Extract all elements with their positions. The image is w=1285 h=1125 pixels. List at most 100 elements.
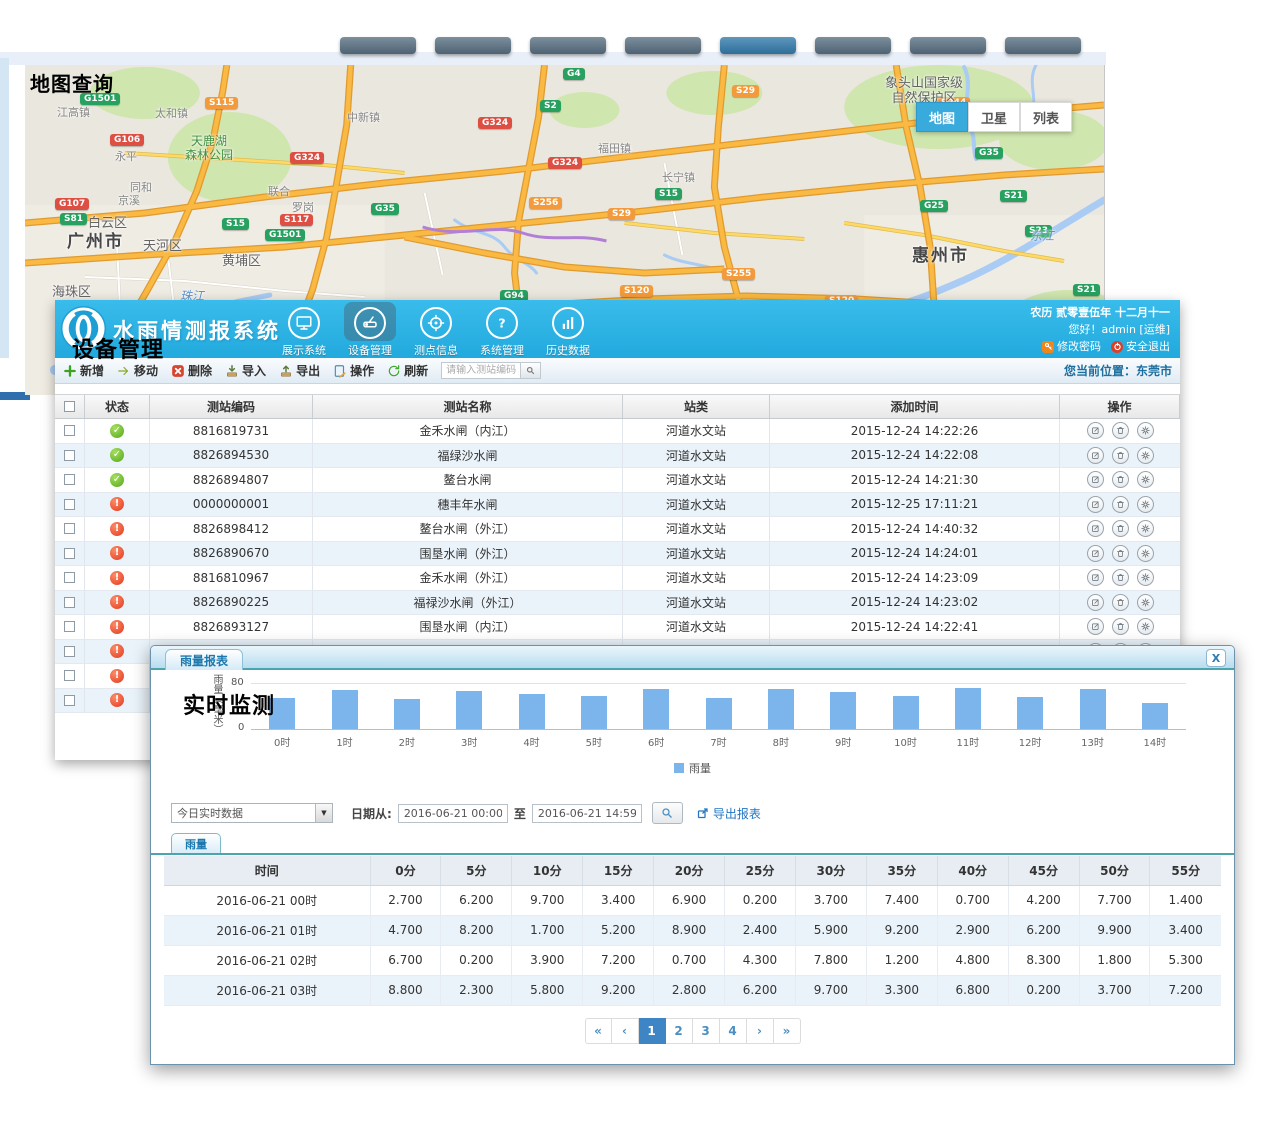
settings-button[interactable] — [1137, 422, 1154, 439]
top-tab-3[interactable] — [530, 37, 606, 54]
settings-button[interactable] — [1137, 569, 1154, 586]
edit-button[interactable] — [1087, 618, 1104, 635]
top-tab-1[interactable] — [340, 37, 416, 54]
rain-bar — [830, 692, 856, 729]
export-toolbar-button[interactable]: 导出 — [279, 362, 320, 379]
page-button[interactable]: › — [747, 1018, 774, 1044]
nav-item-device[interactable]: 设备管理 — [339, 302, 401, 358]
road-badge: S117 — [280, 214, 313, 226]
top-tab-8[interactable] — [1005, 37, 1081, 54]
annotation-map-query: 地图查询 — [30, 68, 114, 97]
row-checkbox[interactable] — [64, 695, 75, 706]
row-checkbox[interactable] — [64, 425, 75, 436]
settings-button[interactable] — [1137, 520, 1154, 537]
road-badge: S29 — [732, 85, 759, 97]
top-tab-2[interactable] — [435, 37, 511, 54]
refresh-toolbar-button[interactable]: 刷新 — [387, 362, 428, 379]
map-type-button[interactable]: 地图 — [916, 102, 968, 132]
left-edge-strip — [0, 58, 9, 358]
road-badge: S15 — [222, 218, 249, 230]
map-type-button[interactable]: 卫星 — [968, 102, 1020, 132]
settings-button[interactable] — [1137, 447, 1154, 464]
top-tab-5[interactable] — [720, 37, 796, 54]
page-button[interactable]: ‹ — [612, 1018, 639, 1044]
logout-link[interactable]: 安全退出 — [1111, 338, 1170, 355]
edit-button[interactable] — [1087, 545, 1104, 562]
road-badge: S21 — [1000, 190, 1027, 202]
nav-item-chart[interactable]: 历史数据 — [537, 302, 599, 358]
delete-button[interactable] — [1112, 545, 1129, 562]
subtab-rain[interactable]: 雨量 — [171, 833, 221, 853]
delete-button[interactable] — [1112, 618, 1129, 635]
rain-bar — [519, 694, 545, 729]
settings-button[interactable] — [1137, 618, 1154, 635]
row-checkbox[interactable] — [64, 597, 75, 608]
station-search-button[interactable] — [521, 362, 541, 379]
delete-button[interactable] — [1112, 594, 1129, 611]
page-button[interactable]: » — [774, 1018, 801, 1044]
row-checkbox[interactable] — [64, 548, 75, 559]
row-checkbox[interactable] — [64, 474, 75, 485]
import-toolbar-button[interactable]: 导入 — [225, 362, 266, 379]
row-checkbox[interactable] — [64, 670, 75, 681]
delete-button[interactable] — [1112, 496, 1129, 513]
station-search-input[interactable] — [441, 362, 521, 379]
page-button[interactable]: 1 — [639, 1018, 666, 1044]
realtime-monitor-window: 雨量报表 X 雨量（毫米） 80 0 0时1时2时3时4时5时6时7时8时9时1… — [150, 645, 1235, 1065]
station-code-cell: 8826894530 — [150, 444, 313, 468]
top-tab-7[interactable] — [910, 37, 986, 54]
edit-button[interactable] — [1087, 471, 1104, 488]
edit-button[interactable] — [1087, 594, 1104, 611]
rain-table-row: 2016-06-21 00时2.7006.2009.7003.4006.9000… — [164, 885, 1221, 915]
delete-button[interactable] — [1112, 422, 1129, 439]
delete-button[interactable] — [1112, 471, 1129, 488]
change-password-link[interactable]: 修改密码 — [1042, 338, 1101, 355]
date-to-input[interactable] — [532, 804, 642, 823]
settings-button[interactable] — [1137, 496, 1154, 513]
query-button[interactable] — [652, 802, 683, 824]
select-arrow-icon[interactable]: ▼ — [315, 804, 332, 822]
date-from-input[interactable] — [398, 804, 508, 823]
move-toolbar-button[interactable]: 移动 — [117, 362, 158, 379]
rain-value-cell: 6.200 — [1008, 915, 1079, 945]
page-button[interactable]: 2 — [666, 1018, 693, 1044]
rain-value-cell: 6.900 — [654, 885, 725, 915]
row-checkbox[interactable] — [64, 499, 75, 510]
map-type-button[interactable]: 列表 — [1020, 102, 1072, 132]
row-checkbox[interactable] — [64, 523, 75, 534]
edit-button[interactable] — [1087, 496, 1104, 513]
settings-button[interactable] — [1137, 545, 1154, 562]
edit-button[interactable] — [1087, 569, 1104, 586]
row-checkbox[interactable] — [64, 450, 75, 461]
status-error-icon: ! — [110, 571, 124, 585]
edit-button[interactable] — [1087, 520, 1104, 537]
select-all-checkbox[interactable] — [64, 401, 75, 412]
page-button[interactable]: 3 — [693, 1018, 720, 1044]
rain-value-cell: 8.800 — [370, 975, 441, 1005]
edit-button[interactable] — [1087, 447, 1104, 464]
top-tab-4[interactable] — [625, 37, 701, 54]
data-mode-select[interactable]: 今日实时数据 ▼ — [171, 803, 333, 823]
nav-item-question[interactable]: ?系统管理 — [471, 302, 533, 358]
nav-item-monitor[interactable]: 展示系统 — [273, 302, 335, 358]
row-checkbox[interactable] — [64, 646, 75, 657]
row-checkbox[interactable] — [64, 572, 75, 583]
settings-button[interactable] — [1137, 471, 1154, 488]
close-button[interactable]: X — [1206, 649, 1226, 667]
nav-item-target[interactable]: 测点信息 — [405, 302, 467, 358]
filter-bar: 今日实时数据 ▼ 日期从: 至 导出报表 — [171, 801, 761, 825]
tab-rain-report[interactable]: 雨量报表 — [165, 649, 243, 670]
del-toolbar-button[interactable]: 删除 — [171, 362, 212, 379]
doc-toolbar-button[interactable]: 操作 — [333, 362, 374, 379]
row-checkbox[interactable] — [64, 621, 75, 632]
top-tab-6[interactable] — [815, 37, 891, 54]
delete-button[interactable] — [1112, 447, 1129, 464]
edit-button[interactable] — [1087, 422, 1104, 439]
page-button[interactable]: 4 — [720, 1018, 747, 1044]
page-button[interactable]: « — [585, 1018, 612, 1044]
plus-toolbar-button[interactable]: 新增 — [63, 362, 104, 379]
delete-button[interactable] — [1112, 569, 1129, 586]
settings-button[interactable] — [1137, 594, 1154, 611]
delete-button[interactable] — [1112, 520, 1129, 537]
export-report-link[interactable]: 导出报表 — [697, 805, 761, 822]
